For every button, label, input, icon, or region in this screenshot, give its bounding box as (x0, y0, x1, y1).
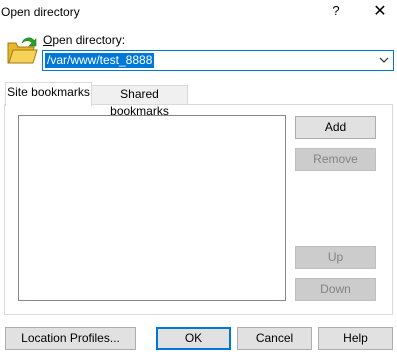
tab-site-bookmarks[interactable]: Site bookmarks (5, 82, 92, 106)
open-directory-dialog: Open directory ? ✕ Open directory: /var/… (0, 0, 397, 356)
directory-input[interactable]: /var/www/test_8888 (45, 53, 155, 68)
cancel-button[interactable]: Cancel (237, 327, 312, 350)
chevron-down-icon[interactable] (375, 51, 393, 70)
remove-button[interactable]: Remove (295, 148, 376, 171)
add-button[interactable]: Add (295, 116, 376, 139)
close-button[interactable]: ✕ (372, 3, 388, 21)
bookmarks-list[interactable] (18, 115, 286, 301)
help-button[interactable]: Help (318, 327, 393, 350)
title-bar: Open directory ? ✕ (0, 0, 397, 27)
tab-shared-bookmarks[interactable]: Shared bookmarks (91, 85, 188, 118)
help-title-button[interactable]: ? (330, 3, 342, 21)
down-button[interactable]: Down (295, 278, 376, 301)
open-folder-icon (7, 37, 38, 64)
location-profiles-button[interactable]: Location Profiles... (5, 327, 136, 350)
window-title: Open directory (1, 5, 80, 19)
ok-button[interactable]: OK (156, 327, 231, 350)
directory-label: Open directory: (43, 33, 126, 47)
up-button[interactable]: Up (295, 246, 376, 269)
directory-combobox[interactable]: /var/www/test_8888 (42, 50, 394, 71)
